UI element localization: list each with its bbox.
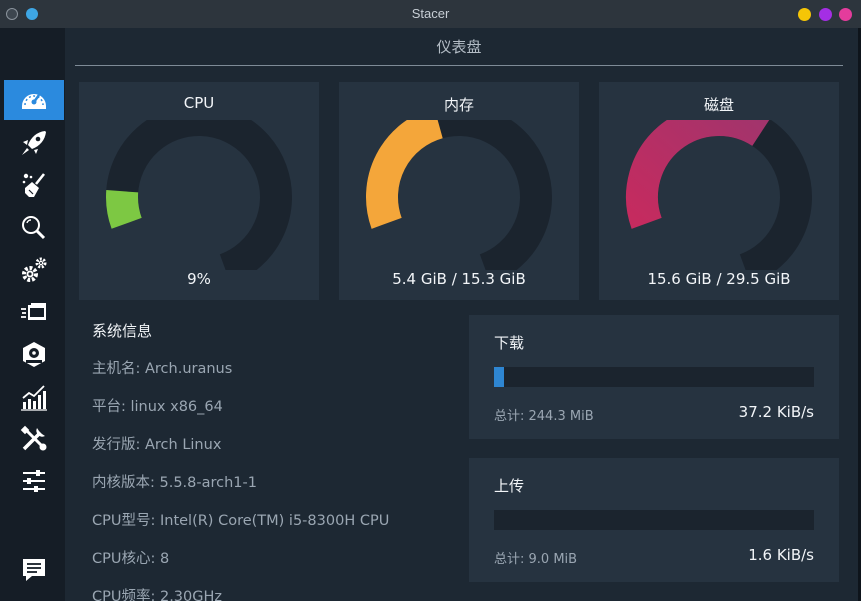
hostname-row: 主机名: Arch.uranus bbox=[92, 361, 233, 377]
minimize-button[interactable] bbox=[798, 8, 811, 21]
cpu-gauge-track bbox=[106, 120, 292, 270]
tools-icon bbox=[20, 425, 47, 451]
memory-gauge-title: 内存 bbox=[443, 96, 474, 114]
title-bar: Stacer bbox=[0, 0, 861, 28]
memory-gauge-card: 内存 5.4 GiB / 15.3 GiB bbox=[339, 82, 579, 300]
disk-drive-icon bbox=[23, 342, 45, 367]
search-icon bbox=[22, 216, 46, 240]
disk-gauge-card: 磁盘 15.6 GiB / 29.5 GiB bbox=[599, 82, 839, 300]
rocket-icon bbox=[22, 131, 46, 155]
sliders-icon bbox=[23, 470, 45, 492]
cpu-gauge-fill bbox=[106, 190, 142, 229]
gears-icon bbox=[22, 257, 47, 282]
upload-card: 上传 总计: 9.0 MiB 1.6 KiB/s bbox=[469, 458, 839, 582]
system-info-title: 系统信息 bbox=[92, 322, 153, 340]
sidebar-item-processes[interactable] bbox=[4, 292, 64, 332]
bar-chart-icon bbox=[21, 385, 47, 411]
platform-row: 平台: linux x86_64 bbox=[92, 399, 223, 415]
cpu-gauge bbox=[106, 120, 292, 270]
upload-total: 总计: 9.0 MiB bbox=[494, 552, 578, 567]
processes-icon bbox=[21, 303, 46, 320]
page-title: 仪表盘 bbox=[436, 38, 482, 56]
disk-gauge-title: 磁盘 bbox=[703, 96, 734, 114]
sidebar-item-feedback[interactable] bbox=[4, 550, 64, 590]
chat-icon bbox=[23, 559, 45, 581]
maximize-button[interactable] bbox=[819, 8, 832, 21]
window-title: Stacer bbox=[411, 6, 450, 21]
sidebar-item-services[interactable] bbox=[4, 250, 64, 290]
cpu-cores-row: CPU核心: 8 bbox=[92, 551, 170, 567]
cpu-gauge-value: 9% bbox=[187, 270, 211, 288]
sidebar-item-dashboard[interactable] bbox=[4, 80, 64, 120]
sidebar-item-settings[interactable] bbox=[4, 461, 64, 501]
cpu-gauge-title: CPU bbox=[183, 94, 215, 112]
disk-gauge bbox=[626, 120, 812, 270]
sidebar-item-search[interactable] bbox=[4, 208, 64, 248]
memory-gauge-value: 5.4 GiB / 15.3 GiB bbox=[392, 270, 526, 288]
sidebar-item-helpers[interactable] bbox=[4, 419, 64, 459]
download-card: 下载 总计: 244.3 MiB 37.2 KiB/s bbox=[469, 315, 839, 439]
sidebar-item-resources[interactable] bbox=[4, 377, 64, 417]
download-title: 下载 bbox=[494, 334, 525, 352]
speedometer-icon bbox=[22, 94, 46, 109]
cpu-gauge-card: CPU 9% bbox=[79, 82, 319, 300]
sidebar-item-system-cleaner[interactable] bbox=[4, 165, 64, 205]
sidebar-item-startup-apps[interactable] bbox=[4, 123, 64, 163]
disk-gauge-value: 15.6 GiB / 29.5 GiB bbox=[647, 270, 791, 288]
kernel-row: 内核版本: 5.5.8-arch1-1 bbox=[92, 475, 257, 491]
upload-speed: 1.6 KiB/s bbox=[748, 546, 814, 564]
distribution-row: 发行版: Arch Linux bbox=[92, 437, 222, 453]
memory-gauge-fill bbox=[366, 120, 444, 229]
disk-gauge-fill bbox=[626, 120, 770, 229]
download-progress-bar bbox=[494, 367, 814, 387]
cpu-model-row: CPU型号: Intel(R) Core(TM) i5-8300H CPU bbox=[92, 513, 390, 529]
sidebar-item-uninstaller[interactable] bbox=[4, 334, 64, 374]
title-divider bbox=[75, 65, 843, 66]
upload-title: 上传 bbox=[494, 477, 525, 495]
close-button[interactable] bbox=[839, 8, 852, 21]
download-speed: 37.2 KiB/s bbox=[738, 403, 814, 421]
stacer-window: Stacer 仪表盘 CPU 9% 内存 5.4 GiB / 15.3 GiB … bbox=[0, 0, 861, 601]
upload-progress-bar bbox=[494, 510, 814, 530]
broom-icon bbox=[22, 173, 46, 197]
download-total: 总计: 244.3 MiB bbox=[494, 409, 594, 424]
memory-gauge bbox=[366, 120, 552, 270]
cpu-speed-row: CPU频率: 2.30GHz bbox=[92, 589, 223, 601]
download-progress-fill bbox=[494, 367, 504, 387]
sidebar bbox=[0, 28, 65, 601]
dashboard-page: 仪表盘 CPU 9% 内存 5.4 GiB / 15.3 GiB 磁盘 15.6… bbox=[65, 28, 861, 601]
system-info: 系统信息 主机名: Arch.uranus 平台: linux x86_64 发… bbox=[92, 320, 452, 601]
